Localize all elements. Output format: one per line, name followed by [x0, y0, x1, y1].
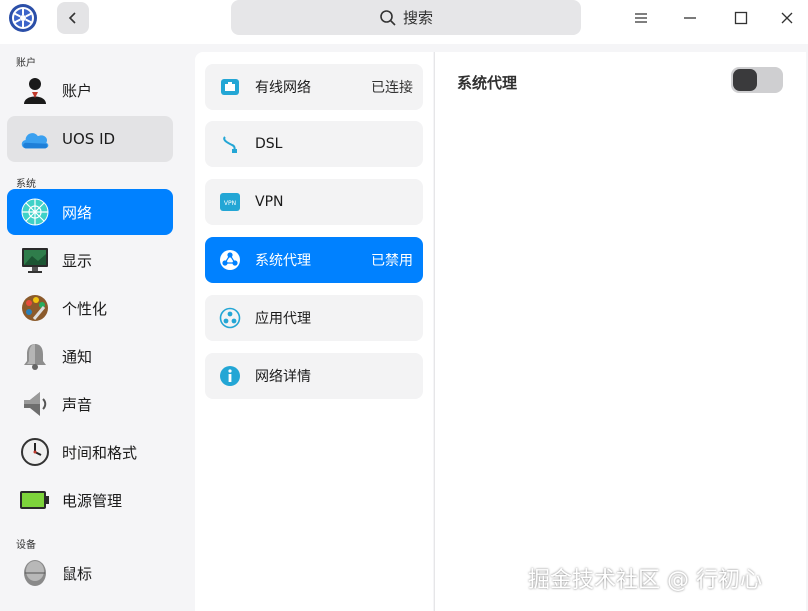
network-menu: 有线网络 已连接 DSL VPN VPN 系统代理 已禁用 应用代理 网络详情: [195, 52, 433, 611]
sidebar-item-label: 电源管理: [62, 491, 123, 510]
title-bar: 搜索: [0, 0, 808, 44]
menu-item-label: DSL: [255, 136, 283, 152]
clock-icon: [19, 436, 51, 468]
display-icon: [19, 244, 51, 276]
sidebar-item-notification[interactable]: 通知: [7, 333, 173, 379]
sidebar-item-display[interactable]: 显示: [7, 237, 173, 283]
maximize-icon: [734, 11, 748, 25]
menu-item-status: 已连接: [371, 80, 413, 96]
sidebar-item-label: 个性化: [62, 299, 108, 318]
minimize-button[interactable]: [675, 4, 705, 32]
sidebar-item-uos-id[interactable]: UOS ID: [7, 116, 173, 162]
mouse-icon: [19, 557, 51, 589]
sidebar-item-label: 通知: [62, 347, 93, 366]
close-icon: [781, 12, 793, 24]
menu-item-status: 已禁用: [371, 253, 413, 269]
network-icon: [19, 196, 51, 228]
close-button[interactable]: [772, 4, 802, 32]
menu-item-dsl[interactable]: DSL: [205, 121, 423, 167]
sidebar-item-network[interactable]: 网络: [7, 189, 173, 235]
info-icon: [219, 365, 241, 387]
sidebar-group-device: 设备: [16, 540, 36, 551]
wired-network-icon: [219, 76, 241, 98]
account-icon: [19, 74, 51, 106]
dsl-icon: [219, 133, 241, 155]
personalization-icon: [19, 292, 51, 324]
menu-item-vpn[interactable]: VPN VPN: [205, 179, 423, 225]
menu-item-wired[interactable]: 有线网络 已连接: [205, 64, 423, 110]
menu-item-label: 应用代理: [255, 311, 311, 327]
detail-title: 系统代理: [457, 74, 518, 92]
sidebar-item-label: 显示: [62, 251, 93, 270]
sidebar-item-label: 时间和格式: [62, 443, 138, 462]
search-input[interactable]: 搜索: [231, 0, 581, 35]
sidebar-item-label: 声音: [62, 395, 93, 414]
search-placeholder: 搜索: [402, 9, 433, 27]
back-button[interactable]: [57, 2, 89, 34]
battery-icon: [19, 484, 51, 516]
speaker-icon: [19, 388, 51, 420]
menu-item-network-details[interactable]: 网络详情: [205, 353, 423, 399]
menu-item-app-proxy[interactable]: 应用代理: [205, 295, 423, 341]
sidebar-item-mouse[interactable]: 鼠标: [7, 550, 173, 596]
menu-button[interactable]: [626, 4, 656, 32]
menu-item-label: 网络详情: [255, 369, 311, 385]
sidebar-group-system: 系统: [16, 179, 36, 190]
sidebar-item-time-format[interactable]: 时间和格式: [7, 429, 173, 475]
toggle-knob: [733, 69, 757, 91]
app-logo-icon: [8, 3, 38, 33]
vpn-icon: VPN: [219, 191, 241, 213]
sidebar-item-label: 鼠标: [62, 564, 93, 583]
back-icon: [68, 12, 76, 24]
menu-item-label: VPN: [255, 194, 284, 210]
sidebar-item-label: 账户: [62, 81, 93, 100]
sidebar-item-label: UOS ID: [62, 130, 116, 148]
menu-item-label: 有线网络: [255, 80, 311, 96]
cloud-icon: [19, 123, 51, 155]
svg-text:VPN: VPN: [224, 200, 236, 207]
sidebar-item-personalization[interactable]: 个性化: [7, 285, 173, 331]
detail-panel: 系统代理: [435, 52, 806, 611]
menu-item-label: 系统代理: [255, 253, 311, 269]
minimize-icon: [684, 17, 696, 19]
system-proxy-toggle[interactable]: [731, 67, 783, 93]
sidebar-item-label: 网络: [62, 203, 93, 222]
search-icon: [380, 9, 396, 26]
sidebar-item-sound[interactable]: 声音: [7, 381, 173, 427]
menu-icon: [635, 13, 647, 23]
sidebar: 账户 账户 UOS ID 系统 网络 显示 个性化 通知 声音 时间和格式 电源…: [0, 44, 185, 611]
watermark: 掘金技术社区 @ 行初心: [528, 568, 762, 593]
sidebar-item-power[interactable]: 电源管理: [7, 477, 173, 523]
system-proxy-icon: [219, 249, 241, 271]
maximize-button[interactable]: [726, 4, 756, 32]
menu-item-system-proxy[interactable]: 系统代理 已禁用: [205, 237, 423, 283]
sidebar-item-account[interactable]: 账户: [7, 67, 173, 113]
bell-icon: [19, 340, 51, 372]
app-proxy-icon: [219, 307, 241, 329]
